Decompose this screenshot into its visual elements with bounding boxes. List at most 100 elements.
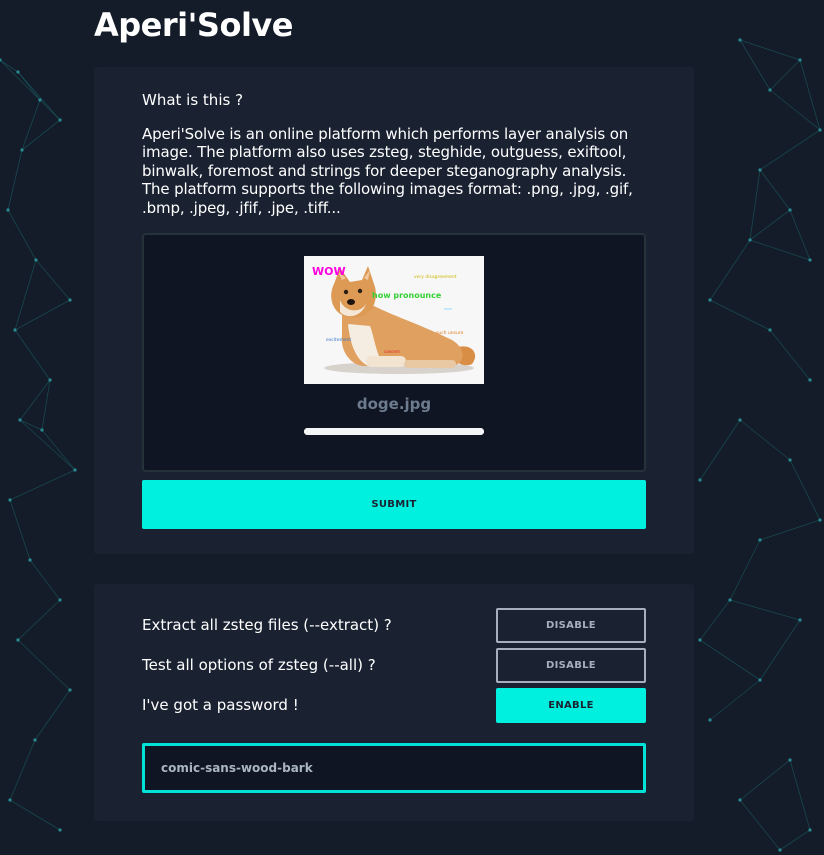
network-line bbox=[789, 209, 811, 261]
network-line bbox=[14, 329, 51, 381]
network-node bbox=[38, 98, 42, 102]
network-node bbox=[748, 238, 752, 242]
options-card: Extract all zsteg files (--extract) ? DI… bbox=[94, 584, 694, 821]
network-line bbox=[14, 259, 37, 331]
network-node bbox=[68, 688, 72, 692]
network-line bbox=[799, 59, 821, 131]
network-node bbox=[808, 828, 812, 832]
network-node bbox=[758, 678, 762, 682]
preview-text-3: such unsure bbox=[436, 330, 464, 336]
network-line bbox=[7, 209, 37, 261]
password-toggle-button[interactable]: ENABLE bbox=[496, 688, 646, 723]
network-line bbox=[749, 239, 811, 261]
network-line bbox=[749, 169, 761, 241]
network-node bbox=[28, 558, 32, 562]
all-options-toggle-button[interactable]: DISABLE bbox=[496, 648, 646, 683]
option-label-all: Test all options of zsteg (--all) ? bbox=[142, 656, 376, 674]
network-line bbox=[789, 759, 811, 831]
upload-dropzone[interactable]: WOW very disagreement how pronounce such… bbox=[142, 233, 646, 472]
intro-description: Aperi'Solve is an online platform which … bbox=[142, 125, 633, 217]
extract-toggle-button[interactable]: DISABLE bbox=[496, 608, 646, 643]
network-node bbox=[708, 718, 712, 722]
network-line bbox=[9, 739, 36, 801]
network-line bbox=[19, 419, 43, 431]
network-line bbox=[7, 149, 23, 211]
network-node bbox=[708, 298, 712, 302]
network-line bbox=[699, 419, 741, 481]
network-line bbox=[709, 679, 761, 721]
network-node bbox=[758, 538, 762, 542]
network-line bbox=[769, 59, 801, 91]
network-line bbox=[779, 829, 811, 851]
network-line bbox=[759, 619, 801, 681]
network-line bbox=[14, 299, 71, 331]
preview-text-2: how pronounce bbox=[372, 291, 442, 300]
network-node bbox=[18, 418, 22, 422]
network-node bbox=[788, 758, 792, 762]
password-input[interactable] bbox=[142, 743, 646, 793]
upload-progress-fill bbox=[304, 428, 484, 435]
network-line bbox=[749, 209, 791, 241]
network-node bbox=[6, 208, 10, 212]
network-line bbox=[9, 469, 76, 501]
network-node bbox=[738, 38, 742, 42]
network-line bbox=[41, 429, 76, 471]
network-line bbox=[759, 169, 791, 211]
preview-text-5: wow bbox=[444, 307, 452, 311]
network-line bbox=[769, 89, 821, 131]
network-node bbox=[738, 418, 742, 422]
network-line bbox=[39, 99, 61, 121]
preview-text-1: very disagreement bbox=[414, 274, 457, 280]
network-line bbox=[0, 59, 41, 101]
upload-filename: doge.jpg bbox=[356, 395, 432, 413]
network-node bbox=[33, 738, 37, 742]
network-node bbox=[48, 378, 52, 382]
submit-button[interactable]: SUBMIT bbox=[142, 480, 646, 529]
network-line bbox=[729, 599, 801, 621]
network-node bbox=[768, 328, 772, 332]
network-node bbox=[698, 638, 702, 642]
network-line bbox=[739, 39, 801, 61]
network-node bbox=[8, 798, 12, 802]
network-node bbox=[788, 458, 792, 462]
preview-text-wow: WOW bbox=[312, 265, 346, 278]
network-node bbox=[778, 848, 782, 852]
network-line bbox=[739, 419, 791, 461]
network-line bbox=[709, 299, 771, 331]
network-node bbox=[34, 258, 38, 262]
network-node bbox=[13, 328, 17, 332]
network-node bbox=[698, 478, 702, 482]
network-line bbox=[759, 129, 821, 171]
upload-progress-bar bbox=[304, 428, 484, 435]
network-node bbox=[788, 208, 792, 212]
network-line bbox=[0, 59, 19, 73]
network-line bbox=[41, 379, 51, 431]
network-line bbox=[29, 559, 61, 601]
network-node bbox=[40, 428, 44, 432]
network-line bbox=[19, 419, 76, 471]
network-line bbox=[19, 379, 51, 421]
intro-heading: What is this ? bbox=[142, 91, 244, 109]
network-line bbox=[34, 689, 71, 741]
network-node bbox=[818, 128, 822, 132]
network-node bbox=[58, 828, 62, 832]
network-line bbox=[709, 239, 751, 301]
network-line bbox=[9, 799, 61, 831]
network-line bbox=[9, 499, 31, 561]
network-node bbox=[798, 58, 802, 62]
app-title: Aperi'Solve bbox=[94, 6, 293, 44]
doge-image-preview: WOW very disagreement how pronounce such… bbox=[304, 256, 484, 384]
network-line bbox=[17, 71, 61, 121]
network-node bbox=[758, 168, 762, 172]
network-line bbox=[739, 799, 781, 851]
network-line bbox=[17, 599, 61, 641]
network-line bbox=[739, 759, 791, 801]
preview-text-6: concern bbox=[384, 349, 400, 354]
network-node bbox=[798, 618, 802, 622]
network-node bbox=[16, 70, 20, 74]
network-node bbox=[818, 518, 822, 522]
network-line bbox=[789, 459, 821, 521]
network-node bbox=[58, 118, 62, 122]
option-label-password: I've got a password ! bbox=[142, 696, 299, 714]
network-node bbox=[808, 258, 812, 262]
